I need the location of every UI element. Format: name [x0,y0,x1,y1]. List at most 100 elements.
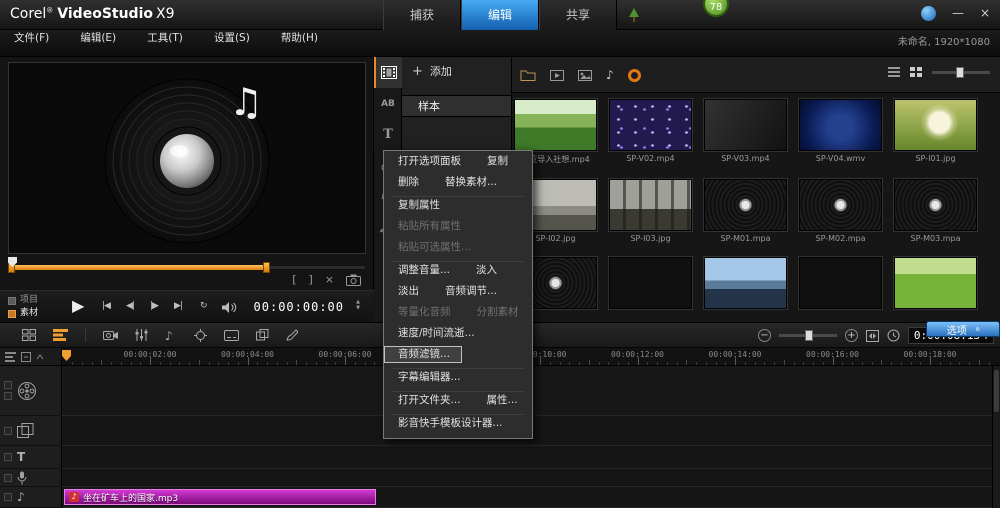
context-menu-item[interactable]: 速度/时间流逝... [384,325,487,342]
menu-settings[interactable]: 设置(S) [200,30,262,47]
preview-timecode[interactable]: 00:00:00:00 [254,300,344,314]
tracks-scrollbar[interactable] [992,366,1000,508]
trim-bar[interactable] [8,260,366,274]
import-audio-icon[interactable]: ♪ [606,68,614,82]
zoom-out-icon[interactable]: − [758,329,771,342]
track-enable-icon[interactable] [4,493,12,501]
context-menu-item[interactable]: 复制 [473,153,520,170]
overlay-track-header[interactable] [0,416,62,446]
library-item[interactable]: SP-I01.jpg [894,99,977,165]
next-frame-button[interactable]: |▶ [150,301,158,311]
storyboard-view-icon[interactable] [22,329,36,341]
thumbnail-size-knob[interactable] [956,67,964,78]
help-icon[interactable] [921,6,936,21]
voice-track-lane[interactable] [62,469,992,487]
context-menu-item[interactable]: 音频滤镜... [384,346,462,363]
menu-tools[interactable]: 工具(T) [133,30,195,47]
clip-mode-toggle[interactable]: 素材 [8,307,38,320]
repeat-button[interactable]: ↻ [200,301,208,311]
tab-capture[interactable]: 捕获 [383,0,461,30]
chevron-up-icon[interactable] [36,354,44,360]
library-item[interactable] [799,257,882,312]
zoom-in-icon[interactable]: + [845,329,858,342]
split-delete-icon[interactable]: × [325,273,334,286]
batch-convert-icon[interactable] [256,329,269,341]
nav-title-icon[interactable]: T [374,119,402,150]
title-track-lane[interactable] [62,446,992,469]
library-item[interactable]: SP-V02.mp4 [609,99,692,165]
timeline-view-icon[interactable] [53,329,68,341]
title-track-header[interactable]: T [0,446,62,469]
list-view-icon[interactable] [888,67,900,77]
thumbnail[interactable] [894,179,977,231]
thumbnail[interactable] [704,99,787,151]
tab-share[interactable]: 共享 [539,0,617,30]
mark-out-icon[interactable]: ] [308,273,312,286]
library-item[interactable]: SP-M03.mpa [894,179,977,243]
tab-edit[interactable]: 编辑 [461,0,539,30]
context-menu-item[interactable]: 影音快手模板设计器... [384,415,515,432]
thumbnail[interactable] [609,257,692,309]
scrollbar-thumb[interactable] [994,370,999,412]
library-item[interactable] [609,257,692,312]
menu-help[interactable]: 帮助(H) [267,30,330,47]
context-menu-item[interactable]: 替换素材... [431,174,509,191]
nav-transition-icon[interactable]: AB [374,88,402,119]
context-menu-item[interactable]: 音频调节... [431,283,509,300]
project-mode-toggle[interactable]: 项目 [8,294,38,307]
volume-icon[interactable] [222,302,237,316]
ripple-edit-icon[interactable] [21,352,31,362]
context-menu-item[interactable]: 淡入 [462,262,509,279]
context-menu-item[interactable]: 调整音量... [384,262,462,279]
nav-media-icon[interactable] [374,57,402,88]
close-icon[interactable]: × [980,6,990,21]
trim-end-handle[interactable] [263,262,270,273]
auto-music-icon[interactable]: ♪ [165,329,177,342]
zoom-slider-knob[interactable] [805,330,813,341]
track-enable-icon[interactable] [4,474,12,482]
thumbnail[interactable] [609,179,692,231]
import-video-icon[interactable] [550,70,564,81]
home-button[interactable]: |◀ [102,301,110,311]
track-enable-icon[interactable] [4,427,12,435]
snapshot-icon[interactable] [346,274,361,286]
menu-file[interactable]: 文件(F) [0,30,61,47]
context-menu-item[interactable]: 打开文件夹... [384,392,473,409]
track-enable-icon[interactable] [4,453,12,461]
play-button[interactable]: ▶ [72,296,84,315]
thumbnail-size-slider[interactable] [932,71,990,74]
painting-creator-icon[interactable] [286,329,298,341]
library-item[interactable]: SP-V03.mp4 [704,99,787,165]
thumbnail[interactable] [704,179,787,231]
track-lock-icon[interactable] [4,392,12,400]
context-menu-item[interactable]: 打开选项面板 [384,153,473,170]
thumbnail[interactable] [799,179,882,231]
music-clip[interactable]: ♪ 坐在矿车上的国家.mp3 [64,489,376,505]
playhead-marker[interactable] [62,350,71,361]
thumbnail[interactable] [514,99,597,151]
context-menu-item[interactable]: 字幕编辑器... [384,369,473,386]
context-menu-item[interactable]: 复制属性 [384,197,452,214]
thumbnail[interactable] [799,257,882,309]
thumbnail[interactable] [894,257,977,309]
video-track-header[interactable] [0,366,62,416]
library-item[interactable]: SP-M02.mpa [799,179,882,243]
library-item[interactable] [704,257,787,312]
library-item[interactable]: SP-M01.mpa [704,179,787,243]
end-button[interactable]: ▶| [174,301,182,311]
import-photo-icon[interactable] [578,70,592,81]
sound-mixer-icon[interactable] [135,329,148,341]
motion-tracking-icon[interactable] [194,329,207,342]
context-menu-item[interactable]: 属性... [473,392,530,409]
options-button[interactable]: 选项 « [926,321,1000,337]
music-track-header[interactable]: ♪ [0,487,62,508]
folder-item-sample[interactable]: 样本 [402,95,511,117]
voice-track-header[interactable] [0,469,62,487]
context-menu-item[interactable]: 删除 [384,174,431,191]
context-menu-item[interactable]: 淡出 [384,283,431,300]
prev-frame-button[interactable]: ◀| [126,301,134,311]
library-item[interactable]: SP-V04.wmv [799,99,882,165]
subtitle-editor-icon[interactable] [224,330,239,341]
grid-view-icon[interactable] [910,67,922,77]
track-enable-icon[interactable] [4,381,12,389]
